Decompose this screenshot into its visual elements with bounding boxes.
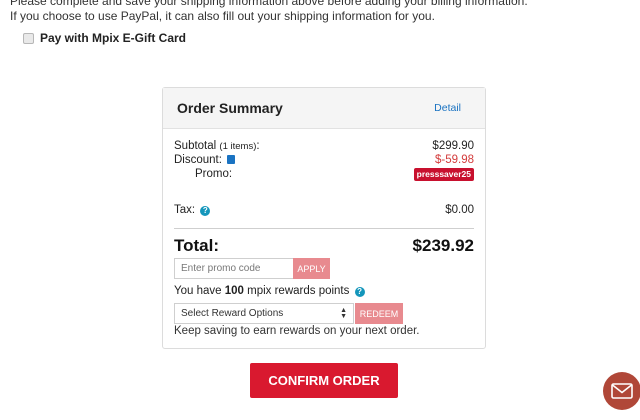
discount-label: Discount: xyxy=(174,154,222,166)
subtotal-colon: : xyxy=(256,140,260,152)
total-divider xyxy=(174,228,474,229)
reward-redeem-form: Select Reward Options ▲ ▼ REDEEM xyxy=(174,303,403,324)
tax-label: Tax: xyxy=(174,204,196,216)
select-arrows-icon: ▲ ▼ xyxy=(340,306,347,320)
trash-icon[interactable] xyxy=(227,155,236,164)
order-summary-card: Order Summary Detail Subtotal (1 items):… xyxy=(162,87,486,349)
rewards-help-icon[interactable]: ? xyxy=(354,287,365,297)
gift-card-label: Pay with Mpix E-Gift Card xyxy=(40,31,187,45)
promo-row: Promo: presssaver25 xyxy=(174,168,474,181)
detail-link[interactable]: Detail xyxy=(434,102,461,114)
subtotal-label: Subtotal xyxy=(174,140,217,152)
order-summary-header: Order Summary Detail xyxy=(163,88,485,129)
subtotal-value: $299.90 xyxy=(432,140,474,152)
chat-button[interactable] xyxy=(603,372,640,410)
tax-value: $0.00 xyxy=(445,204,474,216)
subtotal-row: Subtotal (1 items): $299.90 xyxy=(174,140,474,152)
gift-card-checkbox[interactable] xyxy=(23,32,34,44)
promo-label: Promo: xyxy=(195,168,233,180)
reward-select-value: Select Reward Options xyxy=(181,308,284,319)
mail-envelope-icon xyxy=(611,383,633,399)
total-row: Total: $239.92 xyxy=(174,236,474,256)
discount-value: $-59.98 xyxy=(434,154,474,166)
rewards-text: You have 100 mpix rewards points ? xyxy=(174,285,365,297)
rewards-prefix: You have xyxy=(174,285,225,297)
intro-line-2: If you choose to use PayPal, it can also… xyxy=(10,9,435,23)
billing-intro-text: Please complete and save your shipping i… xyxy=(10,0,630,24)
redeem-button[interactable]: REDEEM xyxy=(355,303,403,324)
discount-row: Discount: $-59.98 xyxy=(174,154,474,166)
promo-code-input[interactable] xyxy=(174,258,293,279)
order-summary-title: Order Summary xyxy=(177,100,283,116)
subtotal-items: (1 items) xyxy=(219,141,257,152)
promo-code-form: APPLY xyxy=(174,258,330,279)
rewards-suffix: mpix rewards points xyxy=(243,285,350,297)
keep-saving-text: Keep saving to earn rewards on your next… xyxy=(174,325,420,337)
intro-line-1: Please complete and save your shipping i… xyxy=(10,0,528,8)
confirm-order-button[interactable]: CONFIRM ORDER xyxy=(250,363,398,398)
total-label: Total: xyxy=(174,236,220,255)
promo-code-badge: presssaver25 xyxy=(413,168,474,181)
rewards-points: 100 xyxy=(224,285,244,297)
apply-button[interactable]: APPLY xyxy=(293,258,330,279)
gift-card-option[interactable]: Pay with Mpix E-Gift Card xyxy=(23,31,186,45)
total-value: $239.92 xyxy=(412,236,474,255)
question-circle-icon[interactable]: ? xyxy=(200,206,211,216)
tax-row: Tax: ? $0.00 xyxy=(174,204,474,216)
reward-options-select[interactable]: Select Reward Options ▲ ▼ xyxy=(174,303,354,324)
